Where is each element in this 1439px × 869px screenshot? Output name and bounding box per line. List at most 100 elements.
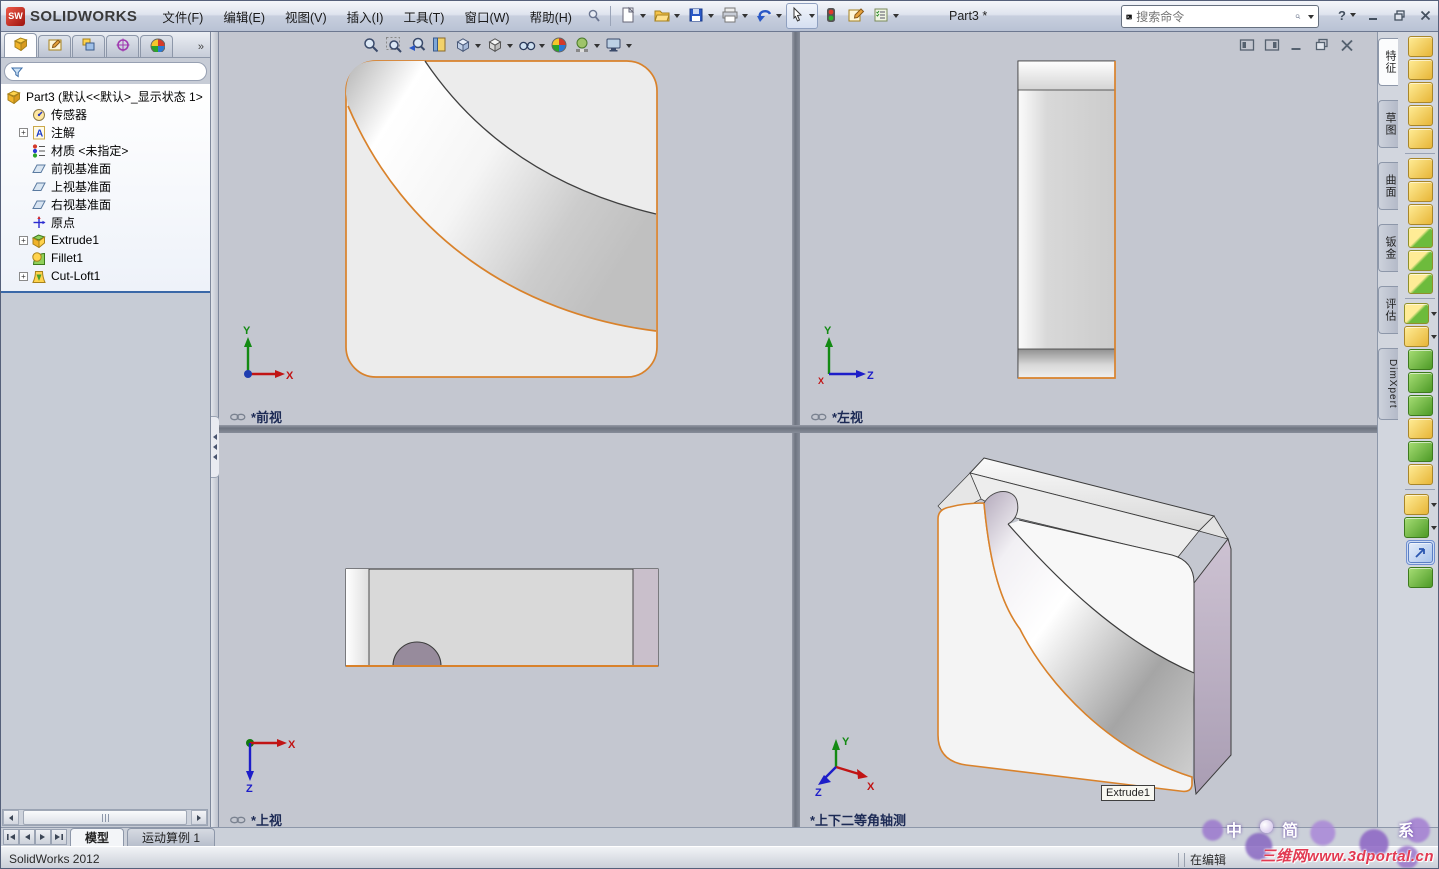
tree-filter[interactable] <box>4 62 207 81</box>
combine-button[interactable] <box>1407 567 1433 588</box>
doc-restore-button[interactable] <box>1314 37 1330 56</box>
dropdown-caret-icon[interactable] <box>475 44 481 48</box>
dropdown-caret-icon[interactable] <box>1430 525 1437 530</box>
dropdown-caret-icon[interactable] <box>626 44 632 48</box>
previous-view-button[interactable] <box>407 35 427 58</box>
panel-horizontal-scrollbar[interactable] <box>2 809 208 826</box>
select-button[interactable] <box>785 3 818 29</box>
scrollbar-track[interactable] <box>19 810 191 825</box>
tree-item-material[interactable]: 材质 <未指定> <box>1 141 210 159</box>
extruded-cut-button[interactable] <box>1407 158 1433 179</box>
dropdown-caret-icon[interactable] <box>507 44 513 48</box>
fillet-button[interactable] <box>1403 303 1437 324</box>
dropdown-caret-icon[interactable] <box>594 44 600 48</box>
tree-item-plane-5[interactable]: 上视基准面 <box>1 177 210 195</box>
tree-item-plane-4[interactable]: 前视基准面 <box>1 159 210 177</box>
tree-item-fillet[interactable]: Fillet1 <box>1 249 210 267</box>
menu-item-3[interactable]: 插入(I) <box>337 2 394 31</box>
dropdown-caret-icon[interactable] <box>1430 311 1437 316</box>
swept-boss-button[interactable] <box>1407 82 1433 103</box>
toolbar-tab-0[interactable]: 特征 <box>1378 38 1398 86</box>
tab-configuration-manager[interactable] <box>72 35 105 57</box>
dropdown-caret-icon[interactable] <box>775 14 782 18</box>
toolbar-tab-1[interactable]: 草图 <box>1378 100 1398 148</box>
task-list-button[interactable] <box>869 3 902 30</box>
dropdown-caret-icon[interactable] <box>808 14 815 18</box>
new-document-button[interactable] <box>616 3 649 30</box>
options-button[interactable] <box>844 3 868 30</box>
edit-appearance-button[interactable] <box>549 35 569 58</box>
next-tab-button[interactable] <box>35 829 51 845</box>
section-view-button[interactable] <box>430 35 450 58</box>
left-view-label[interactable]: *左视 <box>810 407 863 425</box>
viewport-top[interactable]: X Z *上视 <box>219 433 792 827</box>
dropdown-caret-icon[interactable] <box>673 14 680 18</box>
print-button[interactable] <box>718 3 751 30</box>
apply-scene-button[interactable] <box>572 35 601 58</box>
undo-button[interactable] <box>752 3 785 30</box>
tab-feature-manager[interactable] <box>4 33 37 57</box>
scroll-right-button[interactable] <box>191 810 207 825</box>
panel-splitter[interactable] <box>211 32 220 827</box>
tab-dimxpert-manager[interactable] <box>106 35 139 57</box>
minimize-button[interactable] <box>1364 6 1382 24</box>
revolved-boss-button[interactable] <box>1407 59 1433 80</box>
shell-button[interactable] <box>1407 395 1433 416</box>
isometric-view-label[interactable]: *上下二等角轴测 <box>810 810 906 827</box>
scrollbar-thumb[interactable] <box>23 810 187 825</box>
doc-close-button[interactable] <box>1339 37 1355 56</box>
top-view-label[interactable]: *上视 <box>229 810 282 827</box>
search-box[interactable] <box>1121 5 1319 28</box>
menu-item-2[interactable]: 视图(V) <box>275 2 337 31</box>
expand-toggle[interactable]: + <box>19 271 28 281</box>
swept-cut-button[interactable] <box>1407 227 1433 248</box>
dropdown-caret-icon[interactable] <box>707 14 714 18</box>
save-button[interactable] <box>684 3 717 30</box>
mirror-button[interactable] <box>1407 464 1433 485</box>
dropdown-caret-icon[interactable] <box>1430 334 1437 339</box>
dome-button[interactable] <box>1407 441 1433 462</box>
viewport-isometric[interactable]: Extrude1 Y X Z *上下二等角轴测 <box>800 433 1377 827</box>
last-tab-button[interactable] <box>51 829 67 845</box>
hole-wizard-button[interactable] <box>1407 181 1433 202</box>
expand-toggle[interactable]: + <box>19 127 28 137</box>
menu-item-4[interactable]: 工具(T) <box>393 2 454 31</box>
menu-pin-icon[interactable] <box>583 5 605 27</box>
toolbar-tab-3[interactable]: 钣金 <box>1378 224 1398 272</box>
toolbar-tab-5[interactable]: DimXpert <box>1378 348 1398 420</box>
tab-property-manager[interactable] <box>38 35 71 57</box>
toolbar-tab-4[interactable]: 评估 <box>1378 286 1398 334</box>
tab-display-manager[interactable] <box>140 35 173 57</box>
dropdown-caret-icon[interactable] <box>741 14 748 18</box>
doc-minimize-button[interactable] <box>1289 37 1305 56</box>
search-dropdown-icon[interactable] <box>1308 14 1314 19</box>
model-isometric-view[interactable] <box>800 433 1377 827</box>
tree-item-origin[interactable]: 原点 <box>1 213 210 231</box>
boundary-boss-button[interactable] <box>1407 128 1433 149</box>
zoom-area-button[interactable] <box>384 35 404 58</box>
search-icon[interactable] <box>1295 9 1301 24</box>
rib-button[interactable] <box>1407 349 1433 370</box>
instant3d-button[interactable] <box>1405 540 1435 565</box>
scroll-left-button[interactable] <box>3 810 19 825</box>
help-button[interactable]: ? <box>1338 6 1356 24</box>
dropdown-caret-icon[interactable] <box>639 14 646 18</box>
draft-button[interactable] <box>1407 372 1433 393</box>
prev-tab-button[interactable] <box>19 829 35 845</box>
model-left-view[interactable] <box>800 32 1377 425</box>
wrap-button[interactable] <box>1407 418 1433 439</box>
tree-item-cut-loft[interactable]: + Cut-Loft1 <box>1 267 210 285</box>
tree-item-plane-6[interactable]: 右视基准面 <box>1 195 210 213</box>
model-front-view[interactable] <box>219 32 792 425</box>
menu-item-6[interactable]: 帮助(H) <box>520 2 582 31</box>
restore-button[interactable] <box>1390 6 1408 24</box>
close-button[interactable] <box>1416 6 1434 24</box>
zoom-fit-button[interactable] <box>361 35 381 58</box>
dropdown-caret-icon[interactable] <box>539 44 545 48</box>
hide-show-items-button[interactable] <box>517 35 546 58</box>
lofted-boss-button[interactable] <box>1407 105 1433 126</box>
rebuild-button[interactable] <box>819 3 843 30</box>
viewport-divider-horizontal[interactable] <box>219 425 1377 433</box>
open-button[interactable] <box>650 3 683 30</box>
linear-pattern-button[interactable] <box>1403 326 1437 347</box>
